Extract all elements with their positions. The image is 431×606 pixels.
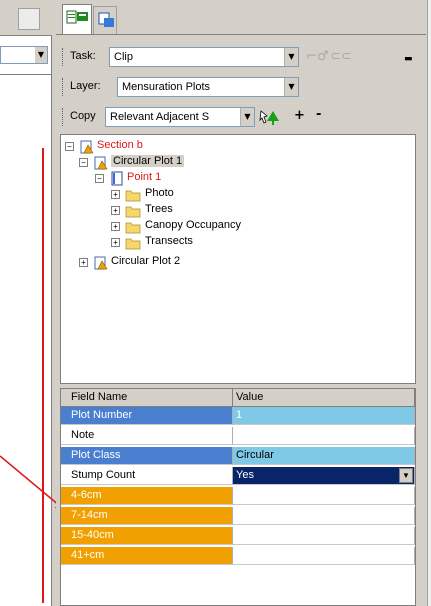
collapse-icon[interactable]: − — [65, 142, 74, 151]
expand-icon[interactable]: + — [79, 258, 88, 267]
plot-icon — [94, 156, 108, 170]
expand-icon[interactable]: + — [111, 190, 120, 199]
tree-label-child: Trees — [145, 203, 173, 215]
field-value-cell[interactable] — [233, 507, 415, 525]
folder-icon — [125, 206, 141, 218]
collapse-icon[interactable]: − — [95, 174, 104, 183]
sketch-tool-icon[interactable]: ⌐♂ — [306, 49, 329, 64]
plot-icon — [94, 256, 108, 270]
add-button[interactable]: + — [294, 108, 305, 123]
tree-label-child: Canopy Occupancy — [145, 219, 241, 231]
folder-icon — [125, 222, 141, 234]
task-label: Task: — [70, 50, 96, 62]
map-toolbar — [0, 0, 52, 36]
layer-dropdown[interactable]: Mensuration Plots ▼ — [117, 77, 299, 97]
field-name-cell[interactable]: 4-6cm — [61, 487, 233, 505]
field-value-cell[interactable]: Circular — [233, 447, 415, 465]
layer-row: Layer: Mensuration Plots ▼ — [62, 76, 420, 98]
field-value-cell[interactable] — [233, 547, 415, 565]
field-value-cell[interactable] — [233, 487, 415, 505]
expand-icon[interactable]: + — [111, 222, 120, 231]
field-value-cell[interactable] — [233, 527, 415, 545]
panel-tabbar — [56, 0, 426, 40]
field-value-cell[interactable] — [233, 427, 415, 445]
folder-icon — [125, 238, 141, 250]
collapse-icon[interactable]: − — [79, 158, 88, 167]
column-header-value[interactable]: Value — [233, 389, 415, 407]
copy-label: Copy — [70, 110, 96, 122]
tree-label-child: Photo — [145, 187, 174, 199]
layer-value: Mensuration Plots — [122, 81, 211, 93]
field-name-cell[interactable]: 7-14cm — [61, 507, 233, 525]
tree-label-child: Transects — [145, 235, 193, 247]
copy-features-icon[interactable] — [259, 107, 283, 127]
expand-icon[interactable]: + — [111, 206, 120, 215]
field-name-cell[interactable]: Note — [61, 427, 233, 445]
tab-attributes[interactable] — [62, 4, 92, 34]
tab-divider — [56, 34, 426, 35]
copy-row: Copy Relevant Adjacent S ▼ + - — [62, 106, 420, 128]
field-name-cell[interactable]: Stump Count — [61, 467, 233, 485]
chevron-down-icon[interactable]: ▼ — [35, 47, 47, 63]
task-row: Task: Clip ▼ ⌐♂ ⊂⊂ ▬ — [62, 46, 420, 68]
field-name-cell[interactable]: 15-40cm — [61, 527, 233, 545]
sketch-tool-icon[interactable]: ⊂⊂ — [330, 49, 352, 64]
tab-selection[interactable] — [93, 6, 117, 34]
toolbar-grip[interactable] — [62, 48, 65, 66]
field-value-cell[interactable]: 1 — [233, 407, 415, 425]
toolbar-overflow-icon[interactable]: ▬ — [404, 54, 413, 64]
field-name-cell[interactable]: Plot Class — [61, 447, 233, 465]
task-value: Clip — [114, 51, 133, 63]
map-field[interactable]: ▼ — [0, 46, 48, 64]
tree-label-section: Section b — [97, 139, 143, 151]
column-header-field[interactable]: Field Name — [61, 389, 233, 407]
copy-value: Relevant Adjacent S — [110, 111, 210, 123]
field-value-text: Yes — [236, 469, 254, 481]
map-pane[interactable]: ▼ — [0, 0, 52, 606]
panel-edge — [427, 0, 431, 606]
remove-button[interactable]: - — [316, 107, 321, 122]
survey-section-icon — [80, 140, 94, 154]
folder-icon — [125, 190, 141, 202]
field-name-cell[interactable]: Plot Number — [61, 407, 233, 425]
survey-panel: Task: Clip ▼ ⌐♂ ⊂⊂ ▬ Layer: Mensuration … — [56, 0, 431, 606]
red-boundary-line — [42, 148, 44, 603]
field-name-cell[interactable]: 41+cm — [61, 547, 233, 565]
attribute-tab-icon — [66, 10, 88, 24]
toolbar-grip[interactable] — [62, 108, 65, 126]
selection-tab-icon — [98, 12, 114, 27]
toolbar-grip[interactable] — [62, 78, 65, 96]
survey-tree[interactable]: − Section b − Circular Plot 1 − Point 1 — [60, 134, 416, 384]
layer-label: Layer: — [70, 80, 101, 92]
copy-dropdown[interactable]: Relevant Adjacent S ▼ — [105, 107, 255, 127]
map-toolbar-button[interactable] — [18, 8, 40, 30]
task-dropdown[interactable]: Clip ▼ — [109, 47, 299, 67]
stump-count-dropdown[interactable]: Yes ▼ — [233, 467, 415, 485]
tree-label-plot: Circular Plot 1 — [111, 155, 185, 167]
tree-label-point: Point 1 — [127, 171, 162, 183]
point-page-icon — [111, 171, 123, 186]
expand-icon[interactable]: + — [111, 238, 120, 247]
chevron-down-icon[interactable]: ▼ — [284, 48, 298, 66]
chevron-down-icon[interactable]: ▼ — [399, 468, 413, 483]
tree-label-plot: Circular Plot 2 — [111, 255, 181, 267]
chevron-down-icon[interactable]: ▼ — [240, 108, 254, 126]
divider — [0, 74, 52, 75]
chevron-down-icon[interactable]: ▼ — [284, 78, 298, 96]
attribute-grid[interactable]: Field Name Value Plot Number 1 Note Plot… — [60, 388, 416, 606]
